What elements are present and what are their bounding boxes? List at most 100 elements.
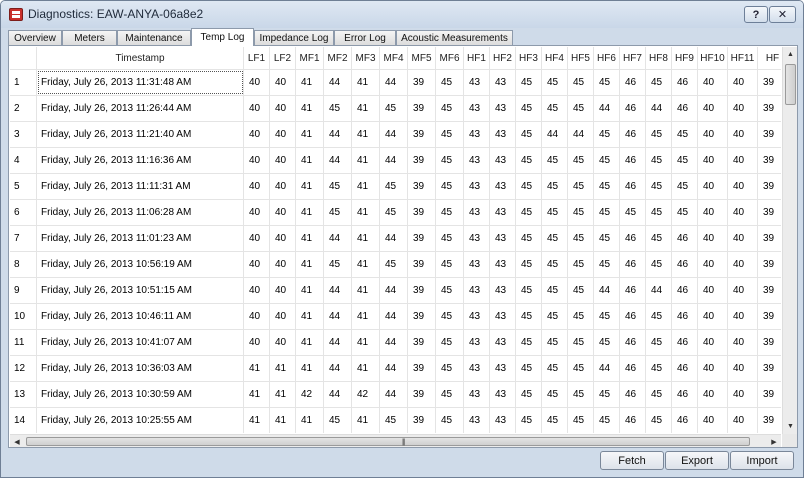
temperature-cell[interactable]: 44 (324, 356, 352, 381)
temperature-cell[interactable]: 45 (542, 356, 568, 381)
temperature-cell[interactable]: 40 (728, 408, 758, 433)
temperature-cell[interactable]: 44 (380, 330, 408, 355)
temperature-cell[interactable]: 40 (244, 174, 270, 199)
temperature-cell[interactable]: 39 (758, 122, 781, 147)
temperature-cell[interactable]: 45 (568, 408, 594, 433)
temperature-cell[interactable]: 45 (568, 96, 594, 121)
temperature-cell[interactable]: 39 (408, 200, 436, 225)
temperature-cell[interactable]: 41 (352, 174, 380, 199)
table-row[interactable]: 7 Friday, July 26, 2013 11:01:23 AM 40 40 41… (10, 225, 781, 251)
temperature-cell[interactable]: 45 (672, 148, 698, 173)
temperature-cell[interactable]: 45 (516, 70, 542, 95)
temperature-cell[interactable]: 45 (542, 226, 568, 251)
timestamp-cell[interactable]: Friday, July 26, 2013 11:06:28 AM (37, 200, 244, 225)
row-number[interactable]: 11 (10, 330, 37, 355)
temperature-cell[interactable]: 39 (758, 70, 781, 95)
temperature-cell[interactable]: 44 (380, 148, 408, 173)
row-number[interactable]: 1 (10, 70, 37, 95)
scroll-left-icon[interactable]: ◀ (10, 435, 24, 448)
temperature-cell[interactable]: 46 (672, 382, 698, 407)
timestamp-header[interactable]: Timestamp (37, 47, 244, 69)
title-bar[interactable]: Diagnostics: EAW-ANYA-06a8e2 ? ✕ (1, 1, 803, 28)
temperature-cell[interactable]: 39 (408, 408, 436, 433)
temperature-cell[interactable]: 45 (568, 148, 594, 173)
temperature-cell[interactable]: 46 (620, 252, 646, 277)
temperature-cell[interactable]: 39 (408, 330, 436, 355)
temperature-cell[interactable]: 45 (436, 304, 464, 329)
column-header[interactable]: HF (758, 47, 781, 69)
temperature-cell[interactable]: 45 (542, 70, 568, 95)
temperature-cell[interactable]: 39 (408, 148, 436, 173)
temperature-cell[interactable]: 39 (408, 356, 436, 381)
temperature-cell[interactable]: 40 (698, 304, 728, 329)
column-header[interactable]: HF2 (490, 47, 516, 69)
temperature-cell[interactable]: 44 (542, 122, 568, 147)
temperature-cell[interactable]: 40 (244, 70, 270, 95)
temperature-cell[interactable]: 40 (698, 356, 728, 381)
temperature-cell[interactable]: 40 (270, 330, 296, 355)
temperature-cell[interactable]: 45 (436, 226, 464, 251)
row-number[interactable]: 9 (10, 278, 37, 303)
export-button[interactable]: Export (665, 451, 729, 470)
row-number[interactable]: 8 (10, 252, 37, 277)
temperature-cell[interactable]: 40 (698, 122, 728, 147)
temperature-cell[interactable]: 39 (408, 122, 436, 147)
temperature-cell[interactable]: 43 (464, 200, 490, 225)
temperature-cell[interactable]: 43 (464, 148, 490, 173)
temperature-cell[interactable]: 41 (352, 226, 380, 251)
temperature-cell[interactable]: 43 (464, 96, 490, 121)
column-header[interactable]: HF11 (728, 47, 758, 69)
temperature-cell[interactable]: 45 (646, 382, 672, 407)
row-number[interactable]: 14 (10, 408, 37, 433)
temperature-cell[interactable]: 41 (352, 96, 380, 121)
temperature-cell[interactable]: 46 (620, 356, 646, 381)
tab-acoustic-measurements[interactable]: Acoustic Measurements (396, 30, 513, 45)
temperature-cell[interactable]: 46 (672, 304, 698, 329)
table-row[interactable]: 4 Friday, July 26, 2013 11:16:36 AM 40 40 41… (10, 147, 781, 173)
temperature-cell[interactable]: 45 (542, 174, 568, 199)
temperature-cell[interactable]: 46 (620, 70, 646, 95)
temperature-cell[interactable]: 40 (728, 96, 758, 121)
temperature-cell[interactable]: 43 (464, 382, 490, 407)
temperature-cell[interactable]: 45 (594, 226, 620, 251)
row-number[interactable]: 3 (10, 122, 37, 147)
temperature-cell[interactable]: 45 (516, 304, 542, 329)
temperature-cell[interactable]: 45 (436, 356, 464, 381)
temperature-cell[interactable]: 45 (594, 70, 620, 95)
temperature-cell[interactable]: 44 (568, 122, 594, 147)
column-header[interactable]: MF4 (380, 47, 408, 69)
temperature-cell[interactable]: 44 (380, 278, 408, 303)
temperature-cell[interactable]: 45 (516, 200, 542, 225)
temperature-cell[interactable]: 39 (758, 252, 781, 277)
temperature-cell[interactable]: 41 (296, 330, 324, 355)
temperature-cell[interactable]: 39 (408, 96, 436, 121)
row-number[interactable]: 5 (10, 174, 37, 199)
temperature-cell[interactable]: 46 (672, 252, 698, 277)
temperature-cell[interactable]: 43 (490, 96, 516, 121)
temperature-cell[interactable]: 45 (542, 382, 568, 407)
temperature-cell[interactable]: 45 (568, 252, 594, 277)
temperature-cell[interactable]: 40 (270, 174, 296, 199)
temperature-cell[interactable]: 41 (296, 174, 324, 199)
temperature-cell[interactable]: 45 (542, 148, 568, 173)
temperature-cell[interactable]: 44 (324, 330, 352, 355)
temperature-cell[interactable]: 43 (490, 330, 516, 355)
temperature-cell[interactable]: 46 (672, 226, 698, 251)
temperature-cell[interactable]: 43 (490, 70, 516, 95)
vertical-scrollbar[interactable]: ▲ ▼ (782, 47, 797, 434)
help-button[interactable]: ? (744, 6, 768, 23)
column-header[interactable]: HF1 (464, 47, 490, 69)
table-row[interactable]: 11 Friday, July 26, 2013 10:41:07 AM 40 40 4… (10, 329, 781, 355)
temperature-cell[interactable]: 45 (436, 382, 464, 407)
temperature-cell[interactable]: 45 (542, 252, 568, 277)
temperature-cell[interactable]: 45 (646, 200, 672, 225)
temperature-cell[interactable]: 45 (568, 304, 594, 329)
timestamp-cell[interactable]: Friday, July 26, 2013 11:11:31 AM (37, 174, 244, 199)
column-header[interactable]: MF2 (324, 47, 352, 69)
temperature-cell[interactable]: 44 (380, 122, 408, 147)
temperature-cell[interactable]: 39 (758, 382, 781, 407)
table-row[interactable]: 1 Friday, July 26, 2013 11:31:48 AM 40 40 41… (10, 69, 781, 95)
temperature-cell[interactable]: 45 (324, 96, 352, 121)
temperature-cell[interactable]: 45 (436, 122, 464, 147)
table-row[interactable]: 3 Friday, July 26, 2013 11:21:40 AM 40 40 41… (10, 121, 781, 147)
